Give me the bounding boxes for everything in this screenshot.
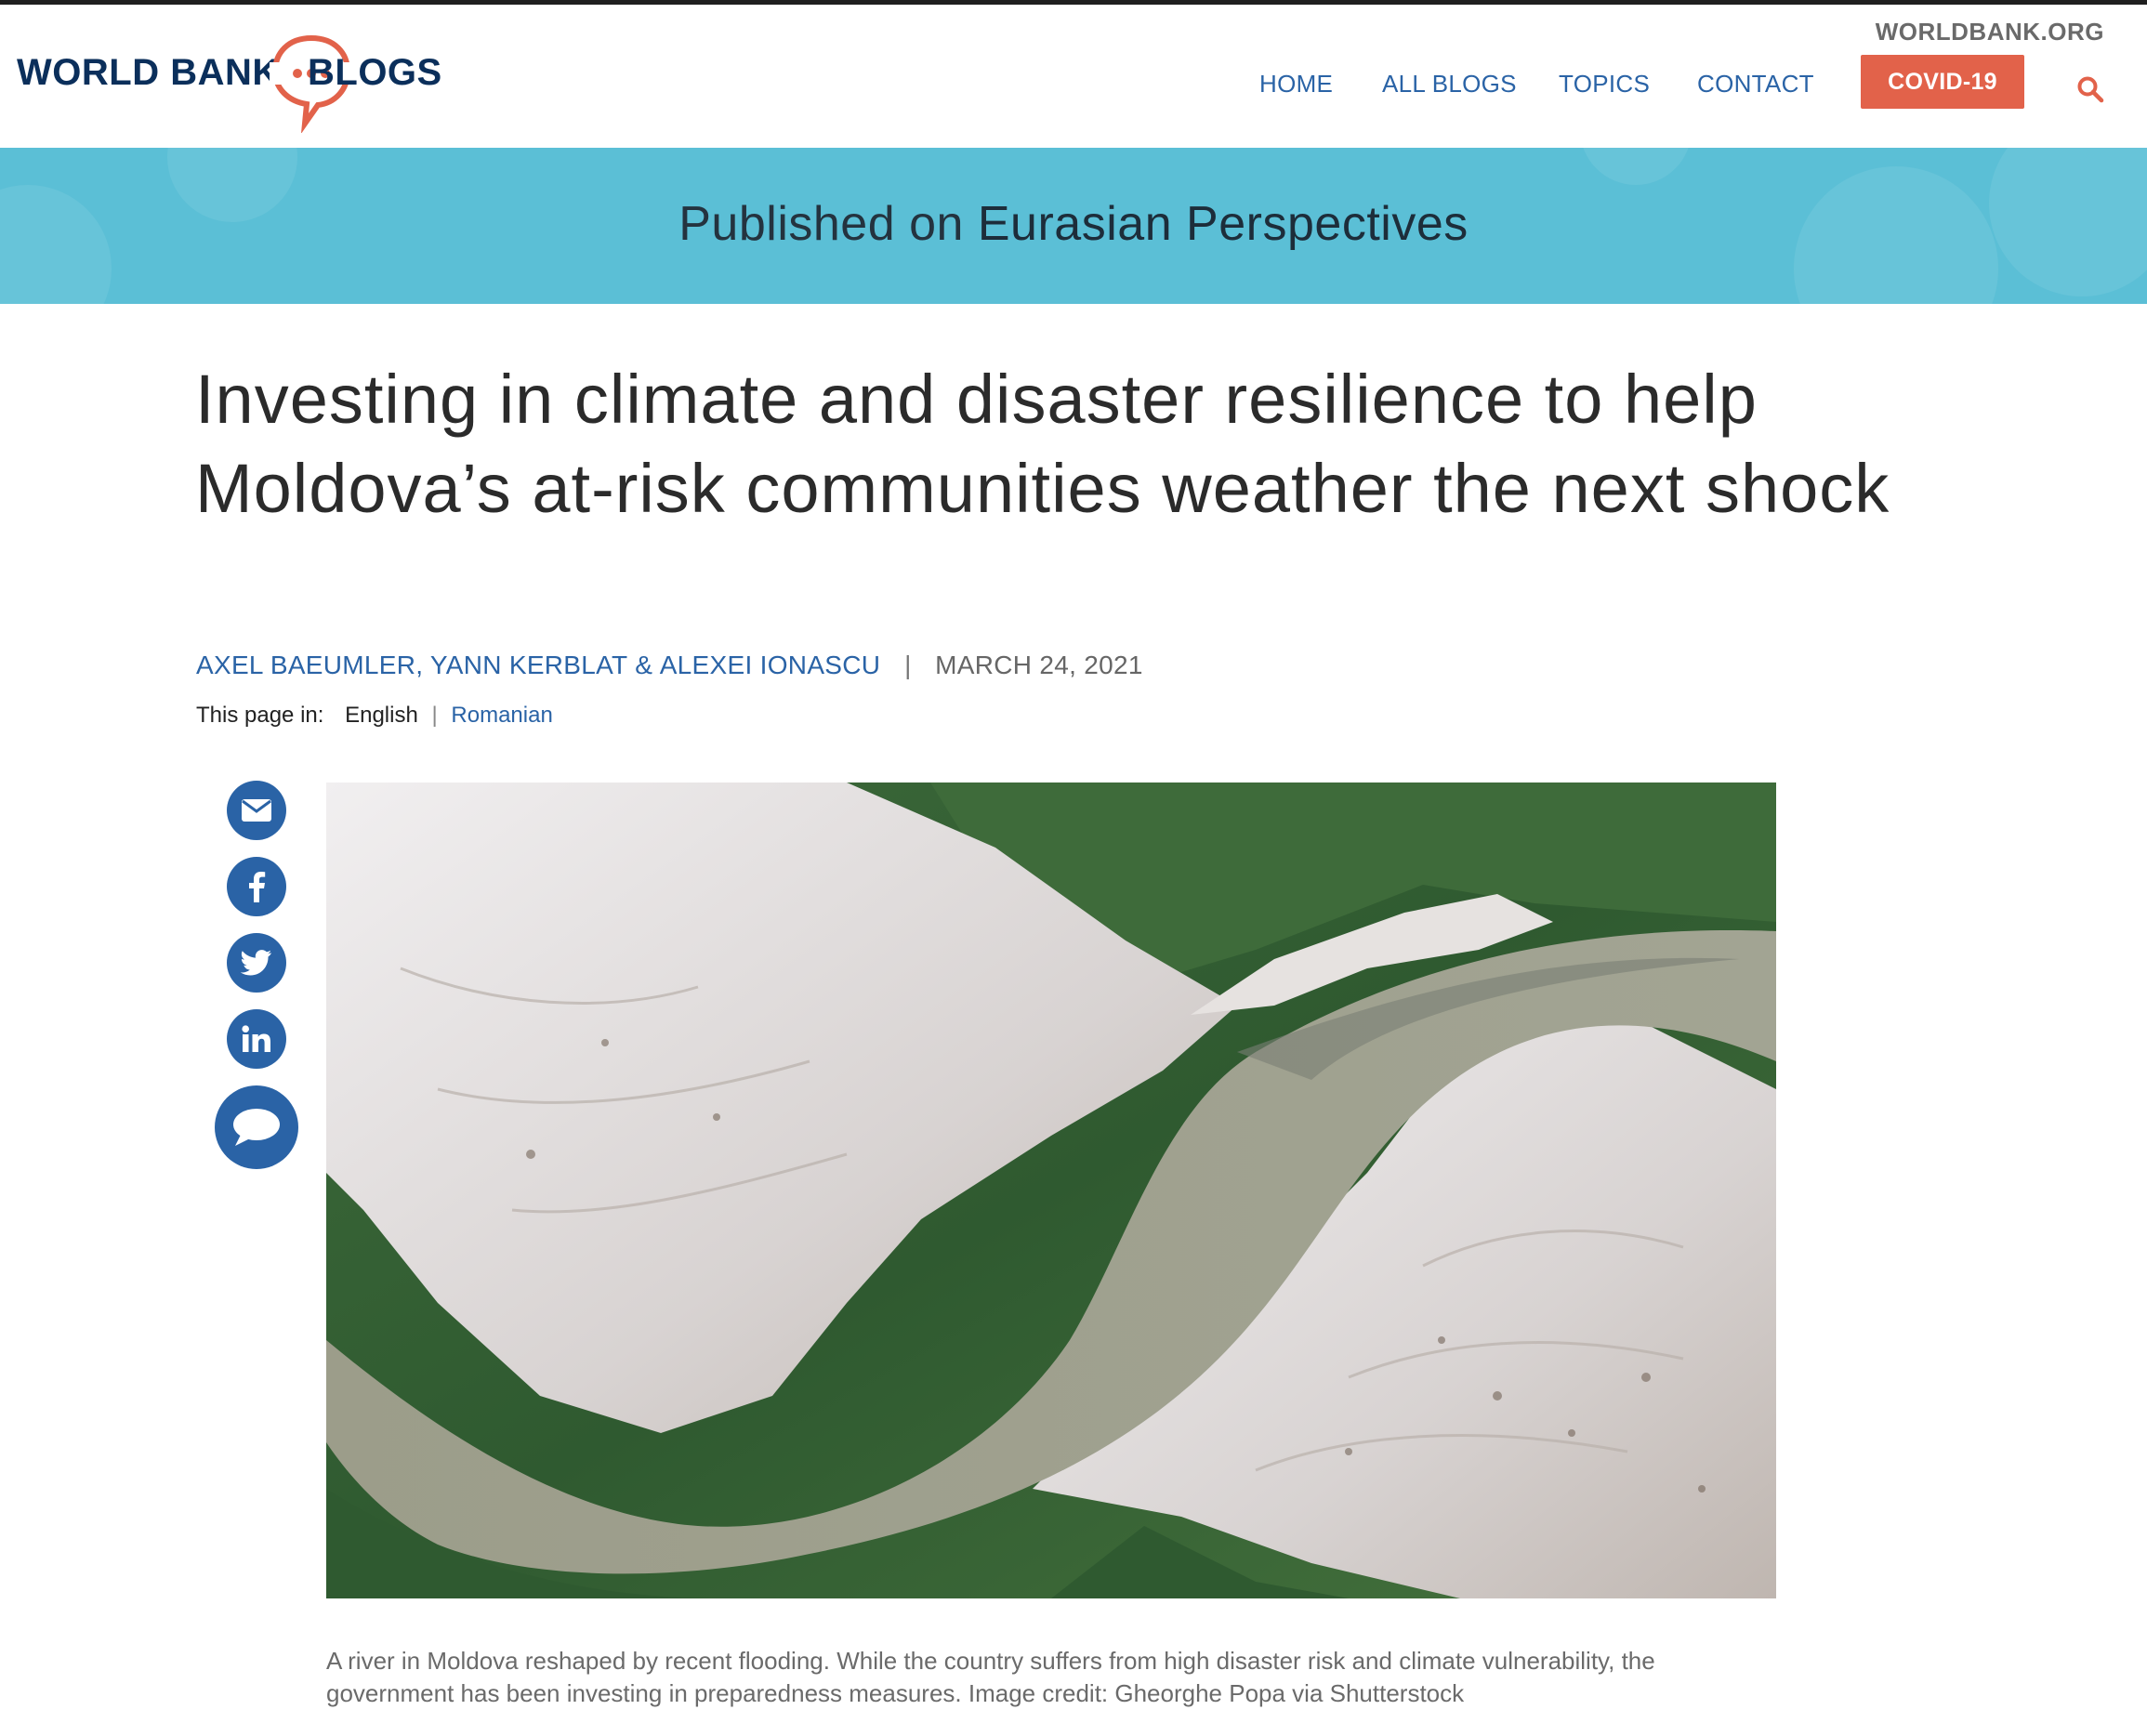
email-share-button[interactable] (227, 781, 286, 840)
language-label: This page in: (196, 703, 324, 728)
article-byline: AXEL BAEUMLER, YANN KERBLAT & ALEXEI ION… (196, 651, 1143, 680)
author-link[interactable]: AXEL BAEUMLER (196, 651, 415, 679)
author-link[interactable]: YANN KERBLAT (430, 651, 628, 679)
comment-icon (233, 1109, 280, 1146)
email-icon (242, 799, 271, 822)
facebook-icon (249, 872, 266, 902)
nav-home[interactable]: HOME (1259, 70, 1333, 99)
language-switcher: This page in: English | Romanian (196, 703, 553, 729)
twitter-share-button[interactable] (227, 933, 286, 993)
banner-prefix: Published on (678, 197, 978, 251)
nav-all-blogs[interactable]: ALL BLOGS (1382, 70, 1517, 99)
logo-text-blogs: BLOGS (308, 52, 442, 93)
linkedin-share-button[interactable] (227, 1009, 286, 1069)
nav-topics[interactable]: TOPICS (1559, 70, 1650, 99)
site-logo[interactable]: WORLD BANK BLOGS (17, 27, 463, 133)
comment-button[interactable] (215, 1085, 298, 1169)
author-separator: & (627, 651, 660, 679)
article-title: Investing in climate and disaster resili… (195, 361, 1890, 527)
banner-heading: Published on Eurasian Perspectives (0, 196, 2147, 252)
blog-banner: Published on Eurasian Perspectives (0, 148, 2147, 304)
worldbank-org-link[interactable]: WORLDBANK.ORG (1876, 18, 2104, 46)
byline-separator: | (904, 651, 912, 679)
logo-text-worldbank: WORLD BANK (17, 52, 280, 93)
image-caption: A river in Moldova reshaped by recent fl… (326, 1647, 1655, 1707)
banner-decoration (1580, 148, 1692, 185)
search-icon[interactable] (2076, 75, 2104, 103)
facebook-share-button[interactable] (227, 857, 286, 916)
author-separator: , (415, 651, 430, 679)
author-link[interactable]: ALEXEI IONASCU (660, 651, 881, 679)
banner-blog-name[interactable]: Eurasian Perspectives (978, 197, 1469, 251)
nav-contact[interactable]: CONTACT (1697, 70, 1814, 99)
site-header: WORLD BANK BLOGS WORLDBANK.ORG HOME ALL … (0, 5, 2147, 148)
twitter-icon (241, 950, 271, 976)
linkedin-icon (242, 1025, 270, 1052)
language-separator: | (431, 703, 438, 728)
language-romanian-link[interactable]: Romanian (451, 703, 552, 728)
covid-19-button[interactable]: COVID-19 (1861, 55, 2024, 109)
hero-image (326, 783, 1776, 1598)
publish-date: MARCH 24, 2021 (935, 651, 1143, 679)
language-current: English (345, 703, 418, 728)
